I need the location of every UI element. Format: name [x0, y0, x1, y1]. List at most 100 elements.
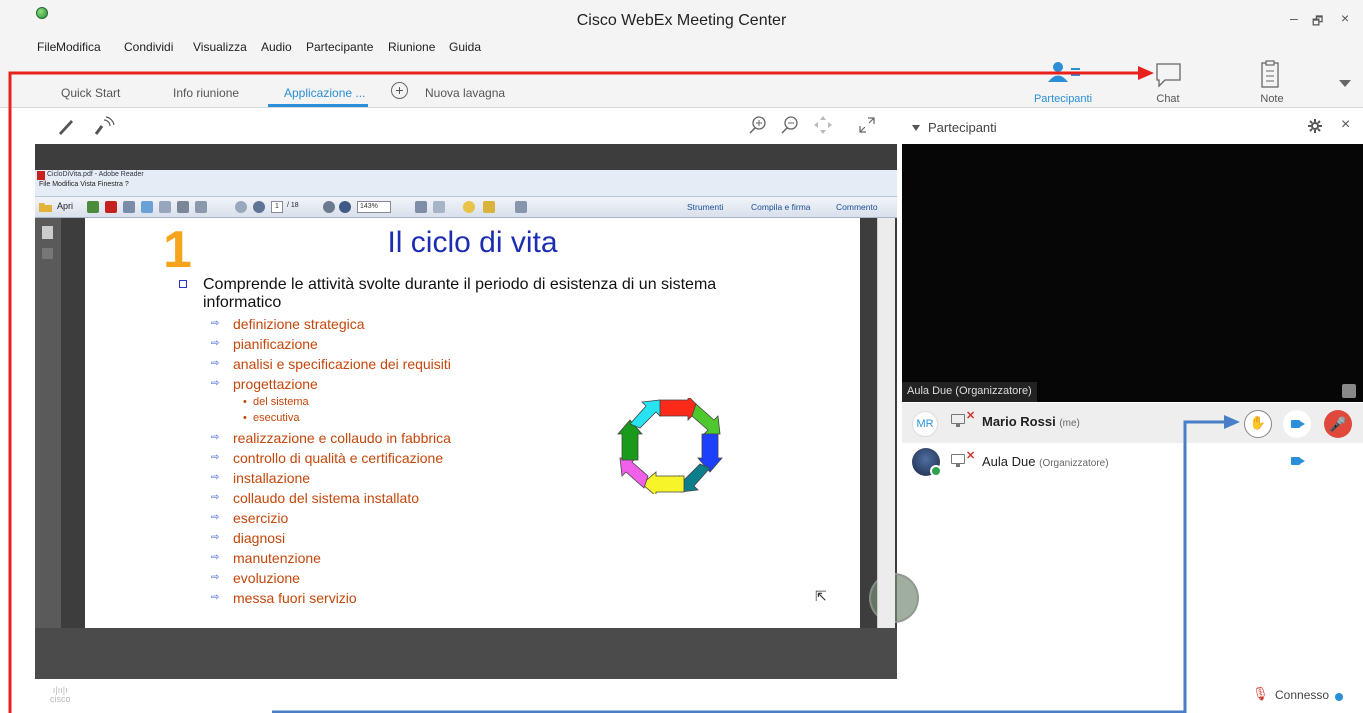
pen-icon[interactable] — [56, 116, 76, 136]
participant-name: Mario Rossi (me) — [982, 414, 1080, 429]
camera-icon — [1291, 420, 1305, 428]
open-folder-icon — [39, 203, 52, 212]
sub-list-item: • del sistema — [243, 396, 309, 408]
hand-icon: ✋ — [1249, 415, 1267, 430]
arrow-bullet-icon: ⇨ — [211, 532, 220, 543]
reader-zoom-select[interactable]: 143% — [357, 201, 391, 213]
shared-application-view: CicloDiVita.pdf - Adobe Reader File Modi… — [35, 144, 919, 679]
menu-visualizza[interactable]: Visualizza — [193, 40, 247, 54]
reader-fill-sign-button[interactable]: Compila e firma — [751, 202, 811, 212]
pan-icon[interactable] — [813, 115, 833, 135]
add-tab-icon[interactable]: + — [391, 82, 408, 99]
pages-panel-icon[interactable] — [42, 226, 53, 239]
connection-status-dot — [1335, 693, 1343, 701]
chat-icon — [1156, 63, 1181, 88]
reader-title: CicloDiVita.pdf - Adobe Reader — [47, 171, 144, 178]
fit-page-icon[interactable] — [415, 201, 427, 213]
print-icon[interactable] — [177, 201, 189, 213]
slide-main-bullet: Comprende le attività svolte durante il … — [179, 276, 763, 312]
participants-tool-button[interactable]: Partecipanti — [1013, 60, 1113, 108]
panel-close-icon[interactable]: × — [1341, 116, 1350, 134]
participants-icon — [1048, 62, 1080, 82]
screen-share-icon — [951, 454, 965, 467]
video-toggle-button[interactable] — [1283, 410, 1311, 438]
arrow-bullet-icon: ⇨ — [211, 378, 220, 389]
zoom-out-reader-icon[interactable] — [323, 201, 335, 213]
restore-button[interactable]: 🗗 — [1312, 12, 1323, 33]
video-expand-icon[interactable] — [1342, 384, 1356, 398]
reader-comment-button[interactable]: Commento — [836, 202, 878, 212]
reader-scrollbar[interactable] — [877, 218, 895, 628]
arrow-bullet-icon: ⇨ — [211, 552, 220, 563]
tab-info-riunione[interactable]: Info riunione — [173, 86, 239, 100]
presenter-badge-icon — [930, 465, 942, 477]
pdf-icon — [37, 171, 45, 180]
arrow-bullet-icon: ⇨ — [211, 512, 220, 523]
attachments-icon[interactable] — [42, 248, 53, 259]
highlight-icon[interactable] — [483, 201, 495, 213]
adobe-reader-window: CicloDiVita.pdf - Adobe Reader File Modi… — [35, 170, 897, 218]
arrow-bullet-icon: ⇨ — [211, 338, 220, 349]
participant-row[interactable]: ✕ Aula Due (Organizzatore) — [902, 443, 1363, 483]
notes-tool-button[interactable]: Note — [1222, 60, 1322, 108]
participant-row-me[interactable]: MR ✕ Mario Rossi (me) ✋ 🎤 — [902, 403, 1363, 443]
settings-gear-icon[interactable] — [1308, 119, 1322, 133]
mic-muted-icon: 🎤 — [1329, 416, 1347, 432]
more-dropdown-icon[interactable] — [1339, 80, 1351, 88]
square-bullet-icon — [179, 280, 187, 288]
chat-tool-button[interactable]: Chat — [1118, 60, 1218, 108]
next-page-icon[interactable] — [253, 201, 265, 213]
pointer-icon[interactable] — [93, 114, 117, 138]
menu-partecipante[interactable]: Partecipante — [306, 40, 373, 54]
prev-page-icon[interactable] — [235, 201, 247, 213]
arrow-bullet-icon: ⇨ — [211, 472, 220, 483]
zoom-in-reader-icon[interactable] — [339, 201, 351, 213]
edit-icon[interactable] — [123, 201, 135, 213]
arrow-bullet-icon: ⇨ — [211, 358, 220, 369]
video-panel — [902, 144, 1363, 402]
email-icon[interactable] — [195, 201, 207, 213]
video-speaker-label: Aula Due (Organizzatore) — [902, 382, 1037, 402]
reader-side-panel — [35, 218, 61, 628]
menu-condividi[interactable]: Condividi — [124, 40, 173, 54]
window-title: Cisco WebEx Meeting Center — [576, 12, 787, 29]
zoom-in-icon[interactable] — [748, 115, 768, 135]
reader-menu: File Modifica Vista Finestra ? — [39, 181, 129, 188]
cloud-icon[interactable] — [141, 201, 153, 213]
arrow-bullet-icon: ⇨ — [211, 318, 220, 329]
participants-tool-label: Partecipanti — [1033, 93, 1093, 105]
active-tab-indicator — [268, 104, 368, 107]
reader-tools-button[interactable]: Strumenti — [687, 202, 723, 212]
tab-nuova-lavagna[interactable]: Nuova lavagna — [425, 86, 505, 100]
panel-collapse-icon[interactable] — [912, 124, 920, 132]
menu-guida[interactable]: Guida — [449, 40, 481, 54]
reader-open-button[interactable]: Apri — [57, 201, 73, 211]
tab-applicazione[interactable]: Applicazione ... — [284, 86, 365, 100]
tab-bar: Quick Start Info riunione Applicazione .… — [0, 60, 1363, 108]
sticky-note-icon[interactable] — [463, 201, 475, 213]
menu-riunione[interactable]: Riunione — [388, 40, 435, 54]
raise-hand-button[interactable]: ✋ — [1244, 410, 1272, 438]
tab-quick-start[interactable]: Quick Start — [61, 86, 120, 100]
reader-page-input[interactable]: 1 — [271, 201, 283, 213]
menu-modifica[interactable]: Modifica — [56, 40, 101, 54]
fit-width-icon[interactable] — [433, 201, 445, 213]
zoom-out-icon[interactable] — [780, 115, 800, 135]
fullscreen-icon[interactable] — [859, 117, 875, 133]
arrow-bullet-icon: ⇨ — [211, 592, 220, 603]
connection-status: Connesso — [1275, 688, 1330, 702]
menu-audio[interactable]: Audio — [261, 40, 292, 54]
create-pdf-icon[interactable] — [87, 201, 99, 213]
export-pdf-icon[interactable] — [105, 201, 117, 213]
save-icon[interactable] — [159, 201, 171, 213]
mute-button[interactable]: 🎤 — [1324, 410, 1352, 438]
mic-muted-status-icon[interactable]: 🎙 — [1252, 686, 1269, 702]
expand-icon[interactable] — [515, 201, 527, 213]
chat-tool-label: Chat — [1156, 93, 1180, 105]
close-button[interactable]: × — [1341, 10, 1349, 26]
minimize-button[interactable]: – — [1290, 10, 1298, 26]
avatar: MR — [912, 411, 938, 437]
menu-file[interactable]: File — [37, 40, 56, 54]
not-sharing-x-icon: ✕ — [966, 410, 976, 422]
camera-icon[interactable] — [1291, 457, 1305, 465]
